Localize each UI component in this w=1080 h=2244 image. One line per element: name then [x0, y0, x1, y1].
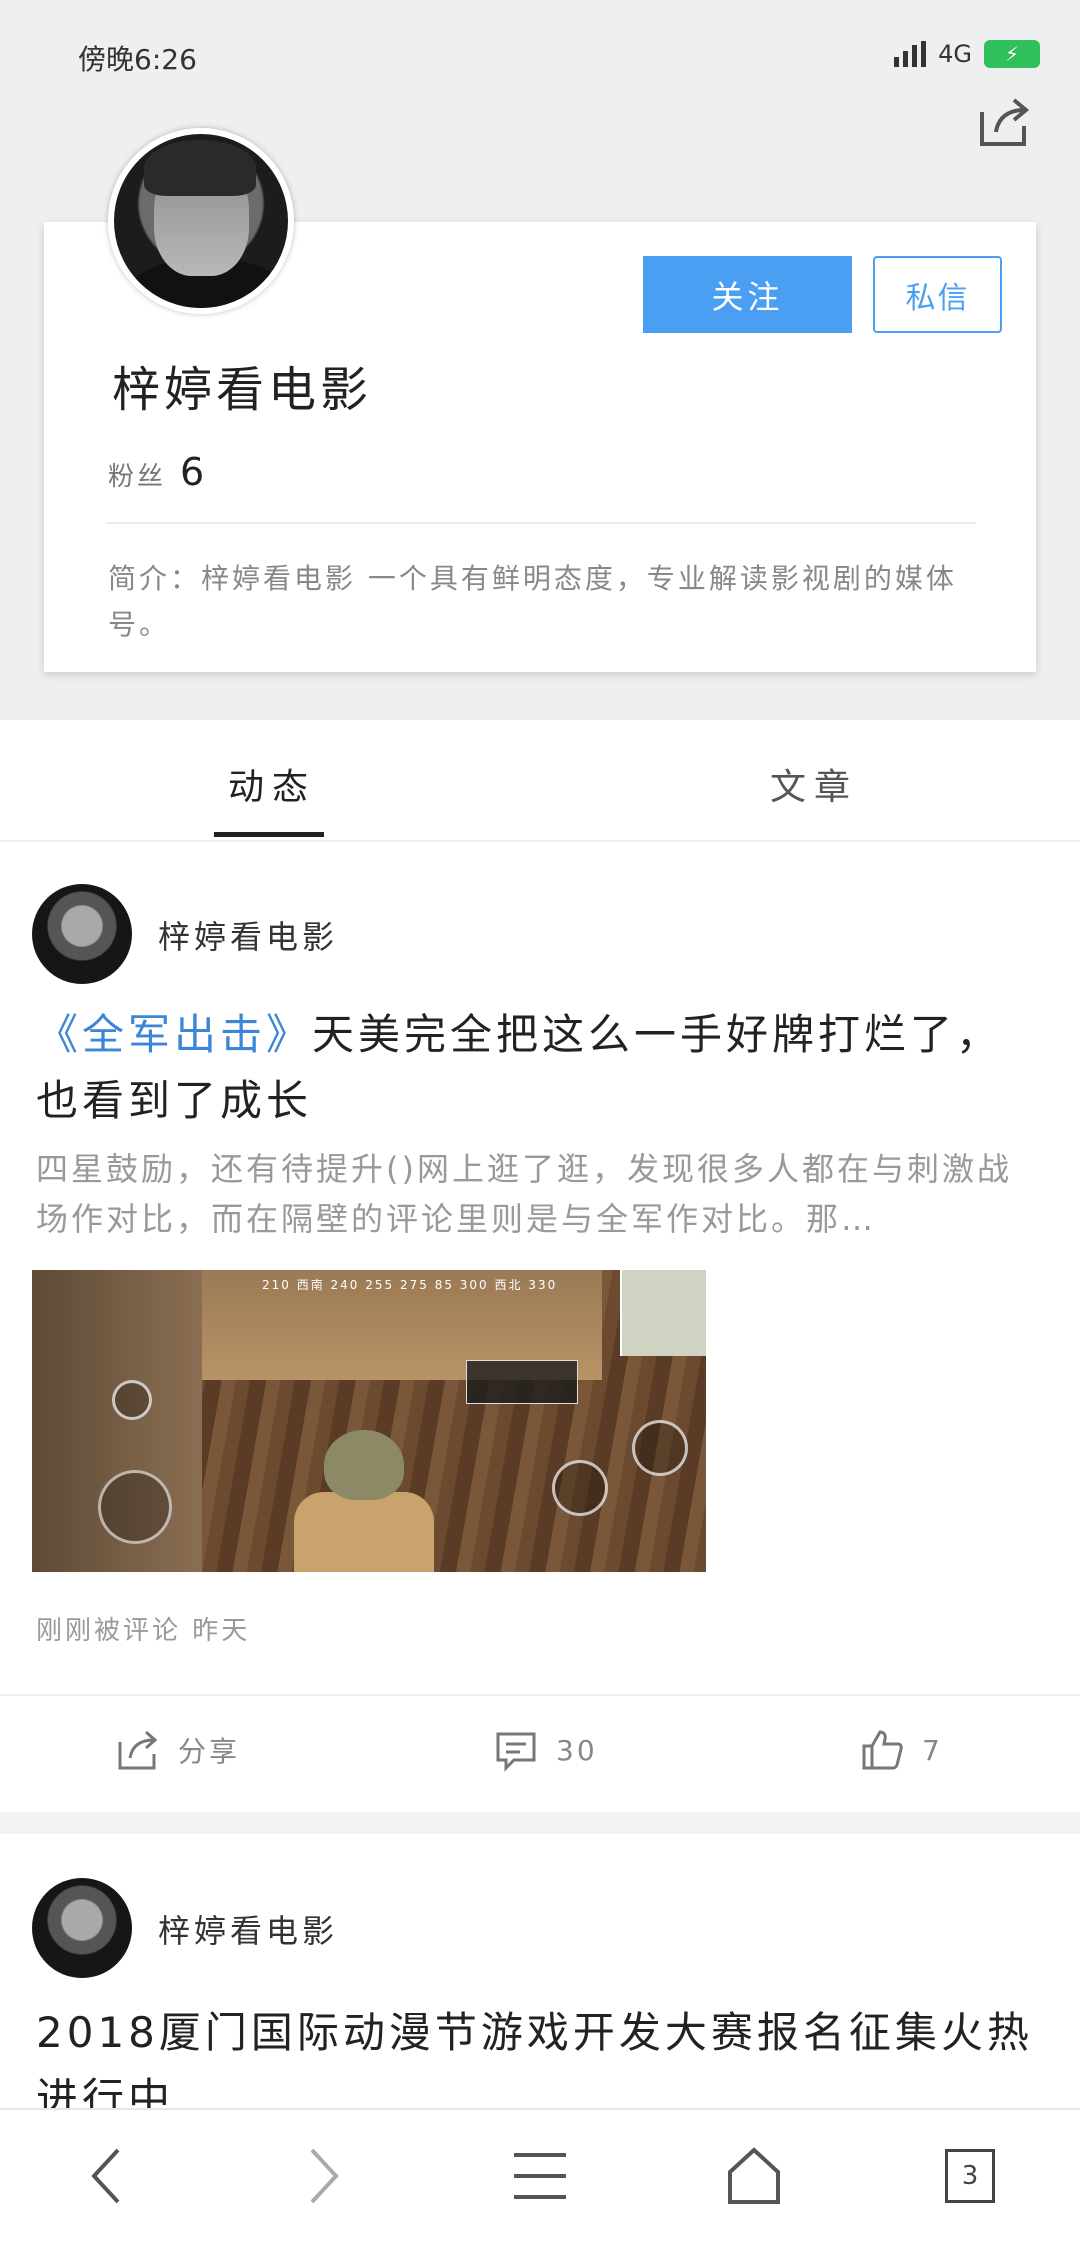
joystick-icon [98, 1470, 172, 1544]
profile-avatar[interactable] [108, 128, 294, 314]
back-button[interactable] [74, 2144, 138, 2208]
home-button[interactable] [722, 2144, 786, 2208]
feed-post[interactable]: 梓婷看电影 2018厦门国际动漫节游戏开发大赛报名征集火热进行中 [0, 1834, 1080, 2108]
thumbs-up-icon [862, 1730, 903, 1770]
post-meta: 刚刚被评论 昨天 [36, 1616, 251, 1646]
tab-articles[interactable]: 文章 [770, 758, 858, 810]
menu-icon [514, 2153, 566, 2199]
tab-dynamics[interactable]: 动态 [228, 758, 316, 810]
profile-intro: 简介：梓婷看电影 一个具有鲜明态度，专业解读影视剧的媒体号。 [108, 562, 957, 641]
post-author-avatar[interactable] [32, 1878, 132, 1978]
post-separator [0, 1812, 1080, 1834]
game-button-icon [552, 1460, 608, 1516]
status-time: 傍晚6:26 [78, 43, 197, 76]
follow-button[interactable]: 关注 [643, 256, 852, 333]
post-title-movie: 《全军出击》 [36, 1010, 313, 1059]
like-button[interactable]: 7 [860, 1728, 943, 1772]
chevron-right-icon [310, 2148, 339, 2204]
status-bar: 傍晚6:26 4G ⚡ [0, 0, 1080, 110]
post-title[interactable]: 2018厦门国际动漫节游戏开发大赛报名征集火热进行中 [36, 2000, 1046, 2108]
like-count: 7 [922, 1733, 943, 1767]
image-dialog [466, 1360, 578, 1404]
forward-button[interactable] [292, 2144, 356, 2208]
tab-count: 3 [945, 2149, 995, 2203]
comment-button[interactable]: 30 [494, 1728, 598, 1772]
fans-count: 6 [180, 450, 205, 494]
game-button-icon [112, 1380, 152, 1420]
post-author-name[interactable]: 梓婷看电影 [158, 912, 338, 958]
post-author-avatar[interactable] [32, 884, 132, 984]
home-icon [728, 2147, 780, 2204]
network-type: 4G [938, 40, 972, 68]
battery-icon: ⚡ [984, 40, 1040, 68]
comment-icon [496, 1732, 536, 1772]
comment-count: 30 [556, 1733, 598, 1767]
post-image[interactable]: 210 西南 240 255 275 85 300 西北 330 [32, 1270, 706, 1572]
tab-bar: 动态 文章 [0, 720, 1080, 842]
share-label: 分享 [178, 1735, 241, 1768]
bottom-navigation: 3 [0, 2108, 1080, 2244]
signal-icon [894, 41, 927, 67]
share-icon[interactable] [974, 92, 1034, 152]
image-hud-compass: 210 西南 240 255 275 85 300 西北 330 [262, 1278, 558, 1292]
feed-post[interactable]: 梓婷看电影 《全军出击》天美完全把这么一手好牌打烂了，也看到了成长 四星鼓励，还… [0, 842, 1080, 1812]
tab-active-indicator [214, 832, 324, 837]
tabs-button[interactable]: 3 [938, 2144, 1002, 2208]
fans-label: 粉丝 [108, 462, 167, 492]
game-button-icon [632, 1420, 688, 1476]
divider [106, 522, 976, 524]
minimap-icon [620, 1270, 706, 1356]
message-button[interactable]: 私信 [873, 256, 1002, 333]
divider [0, 1694, 1080, 1696]
post-excerpt: 四星鼓励，还有待提升()网上逛了逛，发现很多人都在与刺激战场作对比，而在隔壁的评… [36, 1150, 1012, 1238]
share-icon [118, 1730, 158, 1770]
profile-name: 梓婷看电影 [112, 362, 373, 418]
status-indicators: 4G ⚡ [894, 40, 1040, 68]
chevron-left-icon [91, 2148, 120, 2204]
menu-button[interactable] [508, 2144, 572, 2208]
post-author-name[interactable]: 梓婷看电影 [158, 1906, 338, 1952]
share-button[interactable]: 分享 [116, 1728, 240, 1772]
fans-row[interactable]: 粉丝 6 [108, 450, 204, 494]
post-title[interactable]: 《全军出击》天美完全把这么一手好牌打烂了，也看到了成长 [36, 1002, 1046, 1134]
